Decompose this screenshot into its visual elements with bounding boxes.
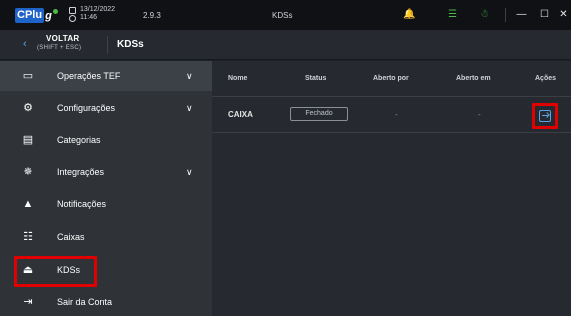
- open-kds-action-highlight: [532, 103, 558, 129]
- network-icon[interactable]: ☃: [478, 8, 491, 21]
- chevron-down-icon: ∨: [186, 70, 193, 81]
- main-content: Nome Status Aberto por Aberto em Ações C…: [212, 61, 571, 316]
- cell-aberto-por: -: [395, 110, 398, 119]
- back-arrow-icon[interactable]: ‹: [23, 38, 27, 50]
- sidebar-item-configuracoes[interactable]: ⚙ Configurações ∨: [0, 93, 212, 123]
- calendar-icon: [69, 6, 76, 14]
- clock-icon: [69, 14, 76, 22]
- status-badge: Fechado: [290, 107, 348, 121]
- server-status-icon[interactable]: ☰: [446, 8, 459, 21]
- sidebar-item-label: Caixas: [57, 232, 85, 242]
- integration-icon: ✵: [23, 166, 33, 178]
- time-text: 11:46: [80, 14, 97, 21]
- cell-aberto-em: -: [478, 110, 481, 119]
- list-icon: ▤: [22, 134, 34, 146]
- cell-nome: CAIXA: [228, 110, 253, 119]
- table-row: CAIXA Fechado - -: [212, 97, 571, 133]
- window-title: KDSs: [272, 11, 293, 20]
- sidebar-item-operacoes-tef[interactable]: ▭ Operações TEF ∨: [0, 61, 212, 91]
- sidebar-item-label: Operações TEF: [57, 71, 121, 81]
- title-bar: CPlu g 13/12/2022 11:46 2.9.3 KDSs 🔔 ☰ ☃ …: [0, 0, 571, 30]
- column-header-status: Status: [305, 75, 327, 82]
- sidebar-item-label: Sair da Conta: [57, 297, 113, 307]
- header-divider: [107, 36, 108, 54]
- datetime: 13/12/2022 11:46: [69, 6, 115, 22]
- column-header-aberto-por: Aberto por: [373, 75, 409, 82]
- page-header: ‹ VOLTAR (SHIFT + ESC) KDSs: [0, 30, 571, 60]
- sidebar-item-integracoes[interactable]: ✵ Integrações ∨: [0, 157, 212, 187]
- back-button[interactable]: VOLTAR: [46, 34, 80, 43]
- kdss-highlight-box: [14, 256, 97, 287]
- column-header-nome: Nome: [228, 75, 248, 82]
- sidebar-item-label: Notificações: [57, 199, 107, 209]
- credit-card-icon: ▭: [22, 70, 34, 82]
- app-version: 2.9.3: [143, 11, 161, 20]
- date-text: 13/12/2022: [80, 6, 116, 13]
- titlebar-divider: [505, 8, 506, 22]
- column-header-acoes: Ações: [535, 75, 557, 82]
- sidebar-item-categorias[interactable]: ▤ Categorias: [0, 125, 212, 155]
- sidebar-item-label: Integrações: [57, 167, 105, 177]
- column-header-aberto-em: Aberto em: [456, 75, 491, 82]
- table-header: Nome Status Aberto por Aberto em Ações: [212, 61, 571, 97]
- open-kds-button[interactable]: [539, 110, 551, 122]
- app-logo: CPlu g: [15, 7, 58, 24]
- close-icon[interactable]: ✕: [557, 8, 570, 21]
- back-shortcut-hint: (SHIFT + ESC): [37, 45, 82, 51]
- minimize-icon[interactable]: —: [515, 8, 528, 21]
- logout-icon: ⇥: [23, 296, 33, 308]
- bell-icon: ▲: [22, 198, 34, 210]
- sidebar-item-sair-da-conta[interactable]: ⇥ Sair da Conta: [0, 287, 212, 316]
- maximize-icon[interactable]: ☐: [538, 8, 551, 21]
- chevron-down-icon: ∨: [186, 102, 193, 113]
- sidebar-item-label: Categorias: [57, 135, 101, 145]
- sidebar-item-label: Configurações: [57, 103, 116, 113]
- cash-register-icon: ☷: [23, 231, 33, 243]
- bell-icon[interactable]: 🔔: [403, 8, 416, 21]
- chevron-down-icon: ∨: [186, 166, 193, 177]
- sidebar-item-notificacoes[interactable]: ▲ Notificações: [0, 189, 212, 219]
- page-title: KDSs: [117, 39, 144, 50]
- sidebar-item-caixas[interactable]: ☷ Caixas: [0, 222, 212, 252]
- gear-icon: ⚙: [23, 102, 33, 114]
